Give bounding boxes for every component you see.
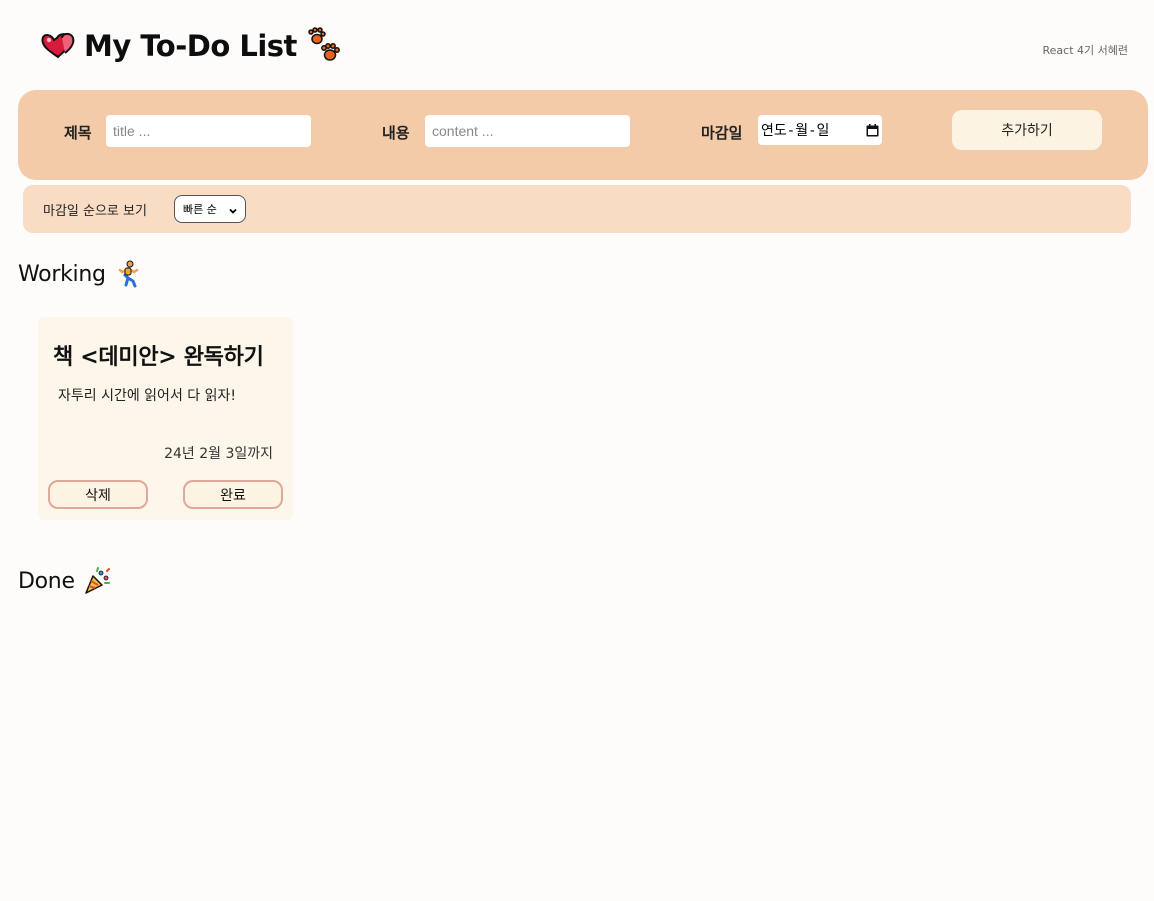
content-input[interactable]: content ... xyxy=(425,115,630,147)
sort-label: 마감일 순으로 보기 xyxy=(43,204,147,219)
done-title-text: Done xyxy=(18,568,75,594)
paw-prints-icon xyxy=(305,26,343,66)
card-title: 책 <데미안> 완독하기 xyxy=(53,345,264,370)
page-title: My To-Do List xyxy=(84,29,297,63)
done-section-title: Done xyxy=(18,567,111,595)
deadline-label: 마감일 xyxy=(701,124,743,142)
sort-bar: 마감일 순으로 보기 빠른 순 xyxy=(23,185,1131,233)
working-section-title: Working xyxy=(18,260,142,288)
deadline-input[interactable]: 연도-월-일 xyxy=(758,115,882,145)
complete-button[interactable]: 완료 xyxy=(183,480,283,509)
party-popper-icon xyxy=(83,567,111,595)
working-title-text: Working xyxy=(18,261,106,287)
sort-select[interactable]: 빠른 순 xyxy=(174,195,246,223)
card-deadline: 24년 2월 3일까지 xyxy=(164,446,273,462)
todo-form: 제목 title ... 내용 content ... 마감일 연도-월-일 추… xyxy=(18,90,1148,180)
two-hearts-icon xyxy=(40,26,78,66)
todo-page: My To-Do List React 4기 서혜련 제목 title ... … xyxy=(0,0,1154,901)
person-running-icon xyxy=(114,260,142,288)
deadline-value: 연도-월-일 xyxy=(761,123,830,139)
title-label: 제목 xyxy=(64,124,92,142)
content-label: 내용 xyxy=(382,124,410,142)
author-text: React 4기 서혜련 xyxy=(1042,44,1129,57)
sort-selected-value: 빠른 순 xyxy=(183,203,217,216)
content-input-placeholder: content ... xyxy=(432,123,494,139)
title-input[interactable]: title ... xyxy=(106,115,311,147)
title-input-placeholder: title ... xyxy=(113,123,151,139)
chevron-down-icon xyxy=(229,205,237,214)
todo-card: 책 <데미안> 완독하기 자투리 시간에 읽어서 다 읽자! 24년 2월 3일… xyxy=(38,317,293,520)
delete-button[interactable]: 삭제 xyxy=(48,480,148,509)
card-content: 자투리 시간에 읽어서 다 읽자! xyxy=(58,388,236,404)
calendar-icon[interactable] xyxy=(866,123,879,137)
header: My To-Do List React 4기 서혜련 xyxy=(40,24,1128,68)
add-button[interactable]: 추가하기 xyxy=(952,110,1102,150)
